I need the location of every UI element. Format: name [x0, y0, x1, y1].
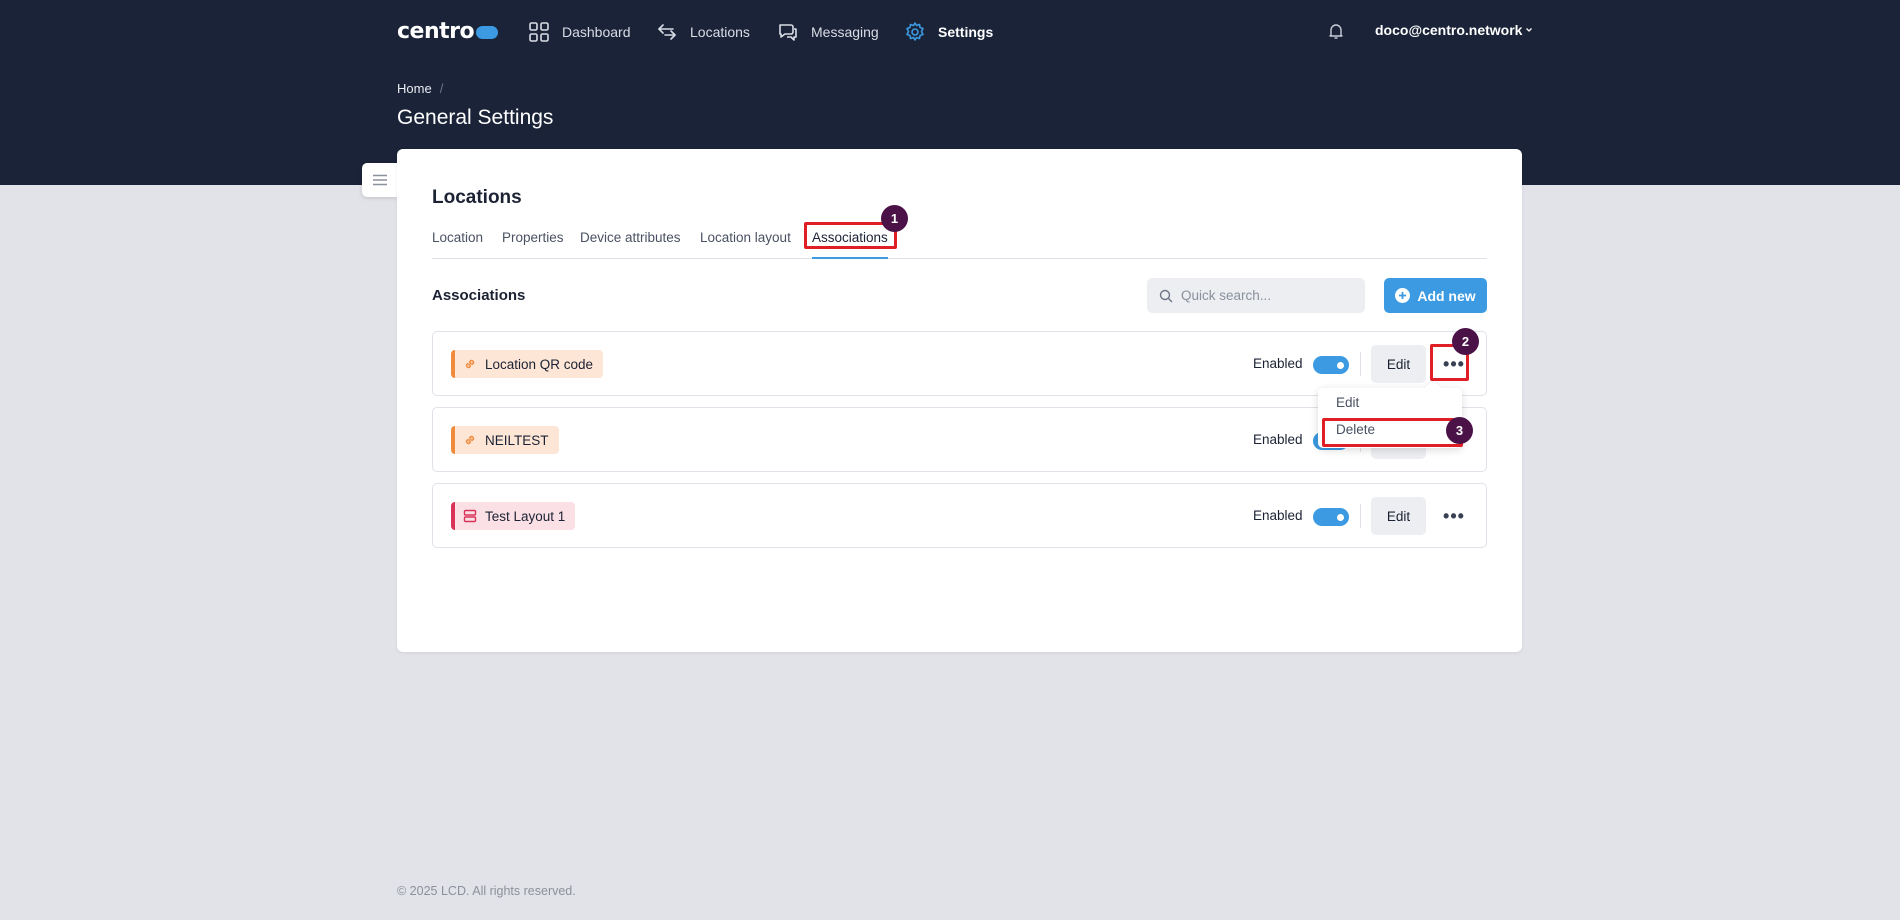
nav-locations-label: Locations [690, 24, 750, 40]
tab-location[interactable]: Location [432, 227, 483, 259]
nav-dashboard-label: Dashboard [562, 24, 631, 40]
tab-location-layout[interactable]: Location layout [700, 227, 791, 259]
nav-messaging[interactable]: Messaging [777, 19, 879, 45]
status-label: Enabled [1253, 508, 1303, 523]
logo-pill-icon [476, 25, 499, 39]
association-name: Test Layout 1 [485, 508, 566, 524]
status-label: Enabled [1253, 356, 1303, 371]
tab-properties[interactable]: Properties [502, 227, 564, 259]
arrows-icon [658, 24, 676, 40]
divider [1360, 504, 1361, 528]
association-chip: Location QR code [451, 350, 604, 378]
chevron-down-icon [1526, 28, 1533, 32]
link-icon [465, 359, 475, 369]
user-email: doco@centro.network [1375, 22, 1523, 38]
user-menu[interactable]: doco@centro.network [1375, 22, 1533, 38]
grid-icon [529, 22, 549, 42]
divider [1360, 352, 1361, 376]
sidebar-toggle-button[interactable] [362, 163, 398, 197]
footer-copyright: © 2025 LCD. All rights reserved. [397, 884, 576, 898]
nav-messaging-label: Messaging [811, 24, 879, 40]
bell-icon[interactable] [1327, 22, 1345, 40]
edit-button[interactable]: Edit [1371, 497, 1426, 535]
step-badge-1: 1 [881, 205, 908, 232]
breadcrumb: Home / [397, 81, 443, 96]
gear-icon [906, 22, 924, 41]
association-row: Location QR code Enabled Edit ••• [432, 331, 1487, 396]
centro-logo[interactable]: centro [397, 18, 499, 44]
more-options-button[interactable]: ••• [1436, 497, 1472, 535]
card-title: Locations [432, 187, 522, 208]
tab-device-attributes[interactable]: Device attributes [580, 227, 681, 259]
step-badge-2: 2 [1452, 328, 1479, 355]
toggle-knob [1337, 514, 1344, 521]
status-label: Enabled [1253, 432, 1303, 447]
logo-text: centro [397, 18, 475, 44]
tab-bar: Location Properties Device attributes Lo… [432, 227, 1487, 259]
association-chip: NEILTEST [451, 426, 559, 454]
add-new-button[interactable]: Add new [1384, 278, 1487, 313]
association-name: Location QR code [485, 356, 594, 372]
plus-circle-icon [1395, 288, 1411, 303]
highlight-box-delete-item [1322, 418, 1463, 447]
chat-icon [779, 24, 797, 41]
association-row: Test Layout 1 Enabled Edit ••• [432, 483, 1487, 548]
breadcrumb-separator: / [439, 81, 444, 96]
nav-dashboard[interactable]: Dashboard [528, 19, 631, 45]
toggle-knob [1337, 362, 1344, 369]
search-input[interactable] [1181, 288, 1351, 303]
search-icon [1159, 289, 1173, 302]
search-box[interactable] [1147, 278, 1365, 313]
enabled-toggle[interactable] [1313, 356, 1349, 374]
link-icon [465, 435, 475, 445]
step-badge-3: 3 [1446, 417, 1473, 444]
breadcrumb-home[interactable]: Home [397, 81, 432, 96]
menu-item-edit[interactable]: Edit [1336, 395, 1359, 410]
nav-settings-label: Settings [938, 24, 994, 40]
nav-settings[interactable]: Settings [904, 19, 993, 45]
nav-locations[interactable]: Locations [656, 19, 750, 45]
layout-icon [463, 509, 477, 523]
add-new-label: Add new [1417, 287, 1476, 304]
page-title: General Settings [397, 106, 554, 129]
enabled-toggle[interactable] [1313, 508, 1349, 526]
association-chip: Test Layout 1 [451, 502, 576, 530]
top-navigation: centro Dashboard Locations Messaging Set… [0, 0, 1900, 64]
edit-button[interactable]: Edit [1371, 345, 1426, 383]
association-name: NEILTEST [485, 432, 549, 448]
section-title: Associations [432, 287, 526, 304]
hamburger-icon [373, 174, 387, 186]
